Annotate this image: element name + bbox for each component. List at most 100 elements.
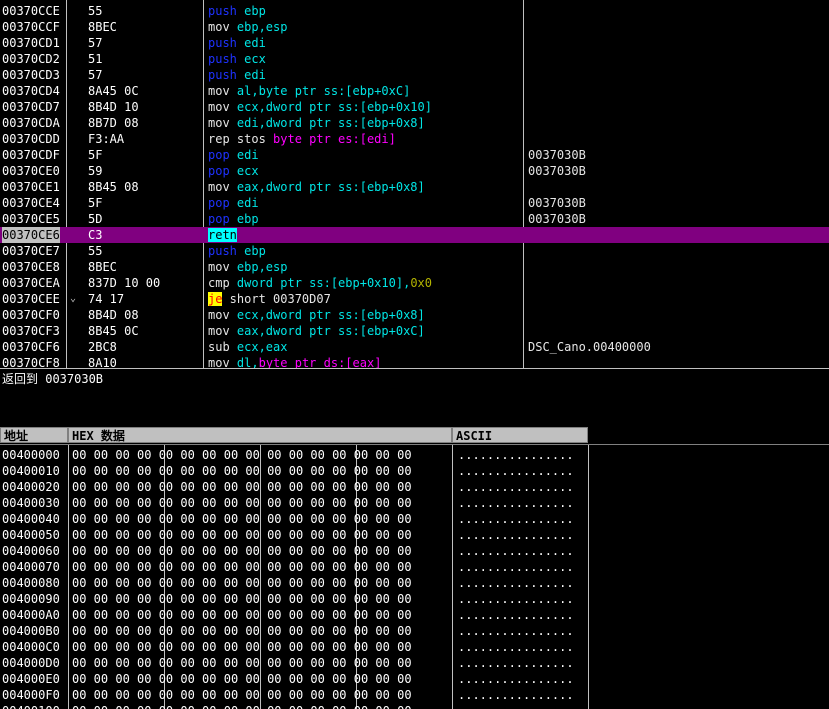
disasm-row[interactable]: 00370CEA 837D 10 00 cmp dword ptr ss:[ebp+… xyxy=(0,275,829,291)
disasm-instruction: pop edi xyxy=(208,195,259,211)
dump-row[interactable]: 00400060 00 00 00 00 00 00 00 00 00 00 00… xyxy=(0,543,829,559)
dump-hex-bytes: 00 00 00 00 00 00 00 00 00 00 00 00 00 0… xyxy=(72,496,412,510)
dump-ascii: ................ xyxy=(458,576,574,590)
disasm-instruction: pop edi xyxy=(208,147,259,163)
disasm-address: 00370CD3 xyxy=(2,68,60,82)
disasm-address: 00370CCE xyxy=(2,4,60,18)
disasm-row[interactable]: 00370CD4 8A45 0C mov al,byte ptr ss:[ebp+0… xyxy=(0,83,829,99)
disasm-row[interactable]: 00370CDA 8B7D 08 mov edi,dword ptr ss:[ebp… xyxy=(0,115,829,131)
disasm-instruction: mov dl,byte ptr ds:[eax] xyxy=(208,355,381,368)
disasm-instruction: mov edi,dword ptr ss:[ebp+0x8] xyxy=(208,115,425,131)
dump-row[interactable]: 004000B0 00 00 00 00 00 00 00 00 00 00 00… xyxy=(0,623,829,639)
disasm-instruction: sub ecx,eax xyxy=(208,339,287,355)
disasm-hex: 5D xyxy=(88,212,103,226)
disasm-address: 00370CE6 xyxy=(2,227,60,243)
dump-ascii: ................ xyxy=(458,528,574,542)
dump-row[interactable]: 00400010 00 00 00 00 00 00 00 00 00 00 00… xyxy=(0,463,829,479)
disasm-comment: 0037030B xyxy=(528,148,586,162)
dump-row[interactable]: 00400040 00 00 00 00 00 00 00 00 00 00 00… xyxy=(0,511,829,527)
dump-address: 00400020 xyxy=(2,480,60,494)
dump-row[interactable]: 004000C0 00 00 00 00 00 00 00 00 00 00 00… xyxy=(0,639,829,655)
dump-row[interactable]: 00400000 00 00 00 00 00 00 00 00 00 00 00… xyxy=(0,447,829,463)
instruction-mnemonic: mov xyxy=(208,324,230,338)
instruction-mnemonic: sub xyxy=(208,340,230,354)
dump-header-address[interactable]: 地址 xyxy=(0,427,68,443)
disasm-row[interactable]: 00370CDF 5F pop edi 0037030B xyxy=(0,147,829,163)
dump-address: 00400080 xyxy=(2,576,60,590)
disasm-instruction: pop ecx xyxy=(208,163,259,179)
disasm-row[interactable]: 00370CE4 5F pop edi 0037030B xyxy=(0,195,829,211)
disasm-row[interactable]: 00370CD3 57 push edi xyxy=(0,67,829,83)
disasm-row[interactable]: 00370CE6 C3 retn xyxy=(0,227,829,243)
instruction-operand: byte ptr xyxy=(258,84,317,98)
dump-address: 00400030 xyxy=(2,496,60,510)
disasm-instruction: mov ebp,esp xyxy=(208,19,287,35)
disasm-row[interactable]: 00370CF6 2BC8 sub ecx,eax DSC_Cano.00400000 xyxy=(0,339,829,355)
disasm-hex: C3 xyxy=(88,228,103,242)
disasm-address: 00370CD4 xyxy=(2,84,60,98)
dump-row[interactable]: 00400030 00 00 00 00 00 00 00 00 00 00 00… xyxy=(0,495,829,511)
disasm-row[interactable]: 00370CF3 8B45 0C mov eax,dword ptr ss:[ebp… xyxy=(0,323,829,339)
instruction-mnemonic: push xyxy=(208,52,237,66)
disasm-address: 00370CEA xyxy=(2,276,60,290)
dump-row[interactable]: 004000A0 00 00 00 00 00 00 00 00 00 00 00… xyxy=(0,607,829,623)
hex-dump-pane[interactable]: 地址 HEX 数据 ASCII 00400000 00 00 00 00 00 0… xyxy=(0,426,829,709)
disasm-hex: 8B4D 08 xyxy=(88,308,139,322)
disasm-hex: 8B7D 08 xyxy=(88,116,139,130)
dump-row[interactable]: 00400050 00 00 00 00 00 00 00 00 00 00 00… xyxy=(0,527,829,543)
disasm-row[interactable]: 00370CE8 8BEC mov ebp,esp xyxy=(0,259,829,275)
instruction-mnemonic: cmp xyxy=(208,276,230,290)
disasm-row[interactable]: 00370CDD F3:AA rep stos byte ptr es:[edi] xyxy=(0,131,829,147)
disasm-address: 00370CE4 xyxy=(2,196,60,210)
disasm-address: 00370CE5 xyxy=(2,212,60,226)
disasm-comment: 0037030B xyxy=(528,164,586,178)
dump-row[interactable]: 004000D0 00 00 00 00 00 00 00 00 00 00 00… xyxy=(0,655,829,671)
disasm-row[interactable]: 00370CEE ⌄ 74 17 je short 00370D07 xyxy=(0,291,829,307)
dump-row[interactable]: 00400090 00 00 00 00 00 00 00 00 00 00 00… xyxy=(0,591,829,607)
disasm-hex: 8B45 08 xyxy=(88,180,139,194)
disassembly-pane[interactable]: 00370CCE 55 push ebp 00370CCF 8BEC mov ebp,es… xyxy=(0,0,829,368)
instruction-mnemonic: push xyxy=(208,68,237,82)
instruction-operand: ebp xyxy=(236,244,266,258)
disasm-instruction: mov eax,dword ptr ss:[ebp+0x8] xyxy=(208,179,425,195)
instruction-mnemonic: push xyxy=(208,244,237,258)
dump-header-ascii[interactable]: ASCII xyxy=(452,427,588,443)
disasm-address: 00370CF3 xyxy=(2,324,60,338)
dump-row[interactable]: 00400020 00 00 00 00 00 00 00 00 00 00 00… xyxy=(0,479,829,495)
disasm-row[interactable]: 00370CCE 55 push ebp xyxy=(0,3,829,19)
dump-ascii: ................ xyxy=(458,640,574,654)
disasm-address: 00370CDF xyxy=(2,148,60,162)
dump-row[interactable]: 00400080 00 00 00 00 00 00 00 00 00 00 00… xyxy=(0,575,829,591)
dump-row[interactable]: 00400100 00 00 00 00 00 00 00 00 00 00 00… xyxy=(0,703,829,709)
disasm-hex: 74 17 xyxy=(88,292,125,306)
disasm-row[interactable]: 00370CF0 8B4D 08 mov ecx,dword ptr ss:[ebp… xyxy=(0,307,829,323)
instruction-operand: edi xyxy=(229,148,259,162)
instruction-mnemonic: mov xyxy=(208,180,230,194)
instruction-operand: byte ptr xyxy=(265,132,331,146)
disasm-row[interactable]: 00370CCF 8BEC mov ebp,esp xyxy=(0,19,829,35)
instruction-mnemonic: pop xyxy=(208,196,230,210)
instruction-operand: eax,dword ptr ss:[ebp+0xC] xyxy=(229,324,425,338)
instruction-operand: edi xyxy=(229,196,259,210)
dump-row[interactable]: 004000F0 00 00 00 00 00 00 00 00 00 00 00… xyxy=(0,687,829,703)
instruction-mnemonic: je xyxy=(208,292,223,306)
disasm-row[interactable]: 00370CD7 8B4D 10 mov ecx,dword ptr ss:[ebp… xyxy=(0,99,829,115)
dump-hex-bytes: 00 00 00 00 00 00 00 00 00 00 00 00 00 0… xyxy=(72,656,412,670)
instruction-mnemonic: mov xyxy=(208,116,230,130)
disasm-row[interactable]: 00370CF8 8A10 mov dl,byte ptr ds:[eax] xyxy=(0,355,829,368)
disasm-instruction: retn xyxy=(208,227,237,243)
disasm-hex: 8BEC xyxy=(88,260,117,274)
disasm-row[interactable]: 00370CE0 59 pop ecx 0037030B xyxy=(0,163,829,179)
disasm-row[interactable]: 00370CE7 55 push ebp xyxy=(0,243,829,259)
disasm-row[interactable]: 00370CE5 5D pop ebp 0037030B xyxy=(0,211,829,227)
disasm-address: 00370CEE xyxy=(2,292,60,306)
disasm-instruction: pop ebp xyxy=(208,211,259,227)
disasm-row[interactable]: 00370CE1 8B45 08 mov eax,dword ptr ss:[ebp… xyxy=(0,179,829,195)
disasm-hex: 55 xyxy=(88,244,103,258)
disasm-row[interactable]: 00370CD2 51 push ecx xyxy=(0,51,829,67)
dump-header-hex[interactable]: HEX 数据 xyxy=(68,427,452,443)
dump-row[interactable]: 00400070 00 00 00 00 00 00 00 00 00 00 00… xyxy=(0,559,829,575)
dump-row[interactable]: 004000E0 00 00 00 00 00 00 00 00 00 00 00… xyxy=(0,671,829,687)
disasm-row[interactable]: 00370CD1 57 push edi xyxy=(0,35,829,51)
instruction-operand: ecx xyxy=(229,164,259,178)
